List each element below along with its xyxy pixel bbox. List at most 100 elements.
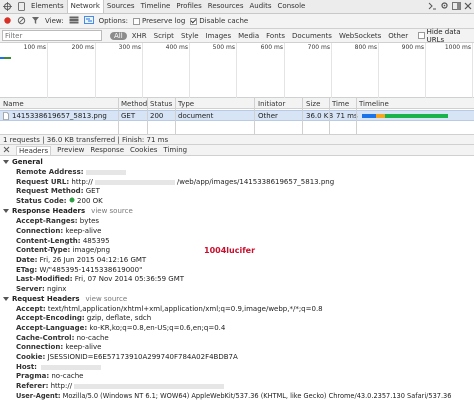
overview-tick: 300 ms (119, 43, 143, 98)
headers-panel: General Remote Address: Request URL: htt… (0, 157, 474, 403)
record-icon[interactable] (3, 16, 12, 27)
console-drawer-icon[interactable] (428, 2, 437, 12)
tab-elements[interactable]: Elements (28, 0, 67, 13)
status-code-row: Status Code: 200 OK (16, 197, 103, 206)
filter-type-fonts[interactable]: Fonts (264, 32, 287, 40)
filter-type-websockets[interactable]: WebSockets (337, 32, 383, 40)
overview-tick: 900 ms (402, 43, 426, 98)
header-value: 485395 (82, 237, 110, 245)
col-time[interactable]: Time (332, 100, 349, 108)
header-row: Connection: keep-alive (16, 227, 101, 236)
col-status[interactable]: Status (150, 100, 172, 108)
table-row[interactable]: 1415338619657_5813.png GET 200 document … (0, 110, 474, 121)
header-row: Cookie: JSESSIONID=E6E57173910A299740F78… (16, 353, 238, 362)
status-code-key: Status Code: (16, 197, 67, 205)
header-key: Content-Length: (16, 237, 81, 245)
close-icon[interactable] (464, 2, 472, 12)
overview-tick-label: 600 ms (260, 44, 283, 51)
view-label: View: (45, 17, 64, 25)
tab-resources[interactable]: Resources (205, 0, 247, 13)
tab-console[interactable]: Console (275, 0, 309, 13)
view-source-link[interactable]: view source (86, 295, 128, 303)
disable-cache-checkbox[interactable]: Disable cache (190, 17, 248, 25)
tab-audits[interactable]: Audits (247, 0, 275, 13)
response-headers-title: Response Headers (12, 207, 86, 215)
preserve-log-checkbox[interactable]: Preserve log (132, 17, 185, 25)
summary-bar: 1 requests | 36.0 KB transferred | Finis… (0, 134, 474, 145)
hide-data-urls-checkbox[interactable]: Hide data URLs (418, 28, 474, 44)
preserve-log-box[interactable] (132, 17, 140, 25)
overview-tick-label: 500 ms (212, 44, 235, 51)
filter-type-xhr[interactable]: XHR (130, 32, 149, 40)
tab-timeline[interactable]: Timeline (138, 0, 174, 13)
response-headers-section-header[interactable]: Response Headers view source (0, 207, 133, 216)
filter-type-images[interactable]: Images (204, 32, 234, 40)
tab-cookies[interactable]: Cookies (130, 146, 157, 154)
redacted-value (94, 179, 175, 185)
status-dot-icon (69, 197, 75, 205)
overview-tick: 1000 ms (445, 43, 473, 98)
tab-headers[interactable]: Headers (16, 145, 52, 155)
row-time: 71 ms (336, 112, 358, 120)
header-row: Host: (16, 363, 103, 372)
header-value: W/"485395-1415338619000" (39, 266, 143, 274)
device-mode-icon[interactable] (14, 0, 28, 13)
overview-tick: 800 ms (355, 43, 379, 98)
devtools-tabbar: Elements Network Sources Timeline Profil… (0, 0, 474, 14)
col-method[interactable]: Method (121, 100, 147, 108)
header-key: Cache-Control: (16, 334, 75, 342)
overview-tick-label: 300 ms (118, 44, 141, 51)
tab-preview[interactable]: Preview (57, 146, 84, 154)
request-method-row: Request Method: GET (16, 187, 100, 196)
request-headers-section-header[interactable]: Request Headers view source (0, 295, 127, 304)
collapse-triangle-icon[interactable] (3, 160, 9, 164)
general-section-header[interactable]: General (0, 158, 43, 167)
tab-sources[interactable]: Sources (104, 0, 138, 13)
filter-type-style[interactable]: Style (179, 32, 201, 40)
filter-type-other[interactable]: Other (386, 32, 410, 40)
disable-cache-box[interactable] (190, 17, 198, 25)
col-timeline[interactable]: Timeline (359, 100, 389, 108)
filter-input[interactable] (2, 30, 102, 41)
close-detail-icon[interactable] (3, 146, 10, 155)
remote-address-key: Remote Address: (16, 168, 84, 176)
tab-timing[interactable]: Timing (163, 146, 187, 154)
col-initiator[interactable]: Initiator (258, 100, 285, 108)
large-rows-icon[interactable] (69, 16, 79, 26)
overview-tick-label: 800 ms (354, 44, 377, 51)
row-initiator: Other (258, 112, 278, 120)
tab-profiles[interactable]: Profiles (173, 0, 204, 13)
overview-tick: 500 ms (213, 43, 237, 98)
collapse-triangle-icon[interactable] (3, 297, 9, 301)
collapse-triangle-icon[interactable] (3, 209, 9, 213)
inspect-icon[interactable] (0, 0, 14, 13)
row-type: document (178, 112, 214, 120)
tab-response[interactable]: Response (90, 146, 124, 154)
filter-icon[interactable] (31, 16, 40, 27)
remote-address-row: Remote Address: (16, 168, 128, 177)
view-source-link[interactable]: view source (91, 207, 133, 215)
overview-tick-label: 900 ms (401, 44, 424, 51)
overview-icon[interactable] (83, 16, 94, 26)
row-name[interactable]: 1415338619657_5813.png (12, 112, 107, 120)
hide-data-urls-label: Hide data URLs (426, 27, 461, 44)
filter-type-script[interactable]: Script (152, 32, 176, 40)
network-overview[interactable]: 100 ms 200 ms 300 ms 400 ms 500 ms 600 m… (0, 43, 474, 98)
dock-side-icon[interactable] (452, 1, 461, 12)
clear-icon[interactable] (17, 16, 26, 27)
filter-type-documents[interactable]: Documents (290, 32, 334, 40)
timeline-bar-receiving (385, 114, 448, 118)
timeline-bar-waiting (362, 114, 376, 118)
header-key: Accept-Language: (16, 324, 88, 332)
settings-icon[interactable] (440, 1, 449, 12)
col-type[interactable]: Type (178, 100, 194, 108)
tab-network[interactable]: Network (66, 0, 104, 13)
col-name[interactable]: Name (3, 100, 24, 108)
col-size[interactable]: Size (306, 100, 320, 108)
filter-type-media[interactable]: Media (236, 32, 261, 40)
header-row: Accept-Language: ko-KR,ko;q=0.8,en-US;q=… (16, 324, 225, 333)
filter-type-all[interactable]: All (110, 31, 127, 40)
network-toolbar: View: Options: Preserve log Disable cach… (0, 14, 474, 29)
request-url-key: Request URL: (16, 178, 70, 186)
hide-data-urls-box[interactable] (418, 32, 425, 39)
